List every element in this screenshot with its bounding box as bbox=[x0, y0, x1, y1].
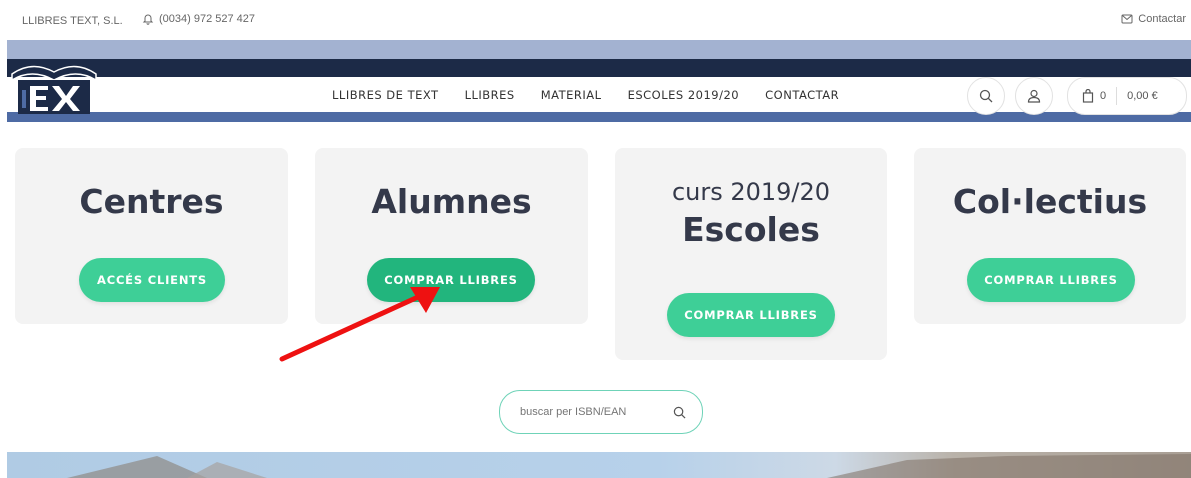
phone-contact[interactable]: (0034) 972 527 427 bbox=[142, 13, 255, 25]
nav-item-material[interactable]: MATERIAL bbox=[541, 88, 602, 102]
contact-label: Contactar bbox=[1138, 13, 1186, 25]
card-subtitle-escoles: curs 2019/20 bbox=[671, 178, 831, 206]
isbn-search-input[interactable] bbox=[518, 405, 673, 419]
user-icon bbox=[1027, 89, 1041, 103]
cart-total: 0,00 € bbox=[1127, 90, 1158, 102]
top-bar: LLIBRES TEXT, S.L. (0034) 972 527 427 Co… bbox=[0, 0, 1191, 40]
hero-image-shapes bbox=[67, 454, 1191, 478]
bag-icon bbox=[1082, 89, 1094, 103]
escoles-comprar-llibres-button[interactable]: COMPRAR LLIBRES bbox=[667, 293, 835, 337]
annotation-arrow bbox=[279, 287, 440, 362]
search-button[interactable] bbox=[967, 77, 1005, 115]
card-title-escoles: Escoles bbox=[682, 210, 820, 249]
nav-item-escoles[interactable]: ESCOLES 2019/20 bbox=[628, 88, 740, 102]
cart-button[interactable]: 0 0,00 € bbox=[1067, 77, 1187, 115]
cart-count: 0 bbox=[1100, 90, 1107, 102]
bell-icon bbox=[142, 14, 154, 25]
nav-item-llibres-de-text[interactable]: LLIBRES DE TEXT bbox=[332, 88, 439, 102]
header-bottom-strip bbox=[7, 112, 1191, 122]
mail-icon bbox=[1121, 14, 1133, 24]
account-button[interactable] bbox=[1015, 77, 1053, 115]
search-icon[interactable] bbox=[673, 406, 686, 419]
collectius-comprar-llibres-button[interactable]: COMPRAR LLIBRES bbox=[967, 258, 1135, 302]
isbn-search-box[interactable] bbox=[499, 390, 703, 434]
main-nav: LLIBRES DE TEXT LLIBRES MATERIAL ESCOLES… bbox=[332, 88, 865, 102]
card-title-collectius: Col·lectius bbox=[952, 182, 1148, 221]
header-dark-strip bbox=[7, 59, 1191, 77]
nav-item-llibres[interactable]: LLIBRES bbox=[465, 88, 515, 102]
site-logo[interactable] bbox=[10, 52, 98, 118]
contact-link[interactable]: Contactar bbox=[1121, 13, 1186, 25]
phone-number: (0034) 972 527 427 bbox=[159, 13, 256, 25]
hero-image bbox=[7, 452, 1191, 478]
acces-clients-button[interactable]: ACCÉS CLIENTS bbox=[79, 258, 225, 302]
nav-item-contactar[interactable]: CONTACTAR bbox=[765, 88, 839, 102]
company-name: LLIBRES TEXT, S.L. bbox=[22, 15, 123, 27]
card-title-alumnes: Alumnes bbox=[371, 182, 532, 221]
card-title-centres: Centres bbox=[79, 182, 224, 221]
search-icon bbox=[979, 89, 993, 103]
cart-divider bbox=[1116, 87, 1118, 105]
